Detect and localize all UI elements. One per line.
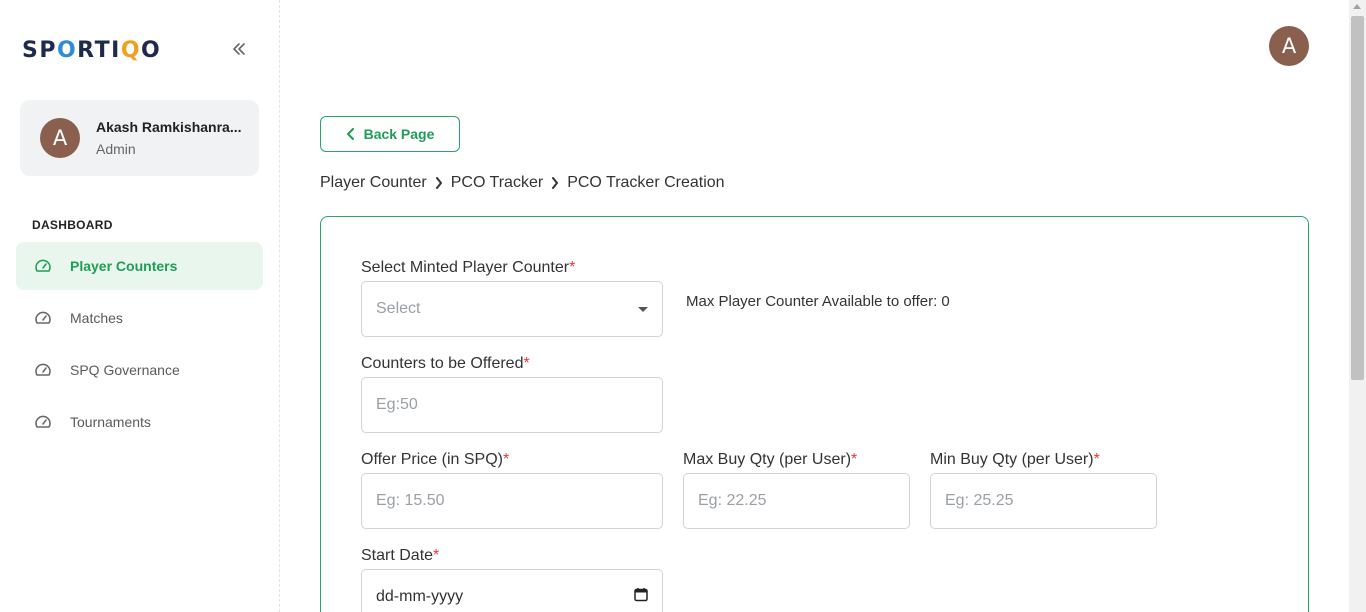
back-button[interactable]: Back Page <box>320 116 460 152</box>
counters-offered-placeholder: Eg:50 <box>376 396 418 413</box>
minted-counter-placeholder: Select <box>376 300 421 317</box>
vertical-scrollbar[interactable] <box>1349 0 1366 612</box>
gauge-icon <box>34 257 52 275</box>
breadcrumb-player-counter[interactable]: Player Counter <box>320 174 427 192</box>
caret-down-icon <box>638 306 648 312</box>
min-buy-label: Min Buy Qty (per User)* <box>930 451 1100 468</box>
offer-price-input[interactable]: Eg: 15.50 <box>361 473 663 529</box>
section-label-dashboard: DASHBOARD <box>32 218 113 232</box>
sidebar-item-label: Matches <box>70 310 123 326</box>
gauge-icon <box>34 309 52 327</box>
header-avatar[interactable]: A <box>1269 26 1309 66</box>
min-buy-input[interactable]: Eg: 25.25 <box>930 473 1157 529</box>
start-date-placeholder: dd-mm-yyyy <box>376 588 464 605</box>
chevron-right-icon <box>435 177 443 189</box>
user-role: Admin <box>96 141 136 157</box>
counters-offered-label: Counters to be Offered* <box>361 355 530 372</box>
sidebar: SPORTIQO A Akash Ramkishanra... Admin DA… <box>0 0 280 612</box>
start-date-label: Start Date* <box>361 547 440 564</box>
gauge-icon <box>34 361 52 379</box>
sidebar-item-label: SPQ Governance <box>70 362 180 378</box>
back-button-label: Back Page <box>363 126 435 142</box>
scroll-thumb[interactable] <box>1351 16 1364 380</box>
max-buy-placeholder: Eg: 22.25 <box>698 492 767 509</box>
breadcrumb-pco-tracker-creation: PCO Tracker Creation <box>567 174 725 191</box>
sidebar-item-tournaments[interactable]: Tournaments <box>16 398 263 446</box>
brand-logo[interactable]: SPORTIQO <box>22 38 161 63</box>
max-available-text: Max Player Counter Available to offer: 0 <box>686 293 950 310</box>
calendar-icon[interactable] <box>634 587 648 607</box>
offer-price-label: Offer Price (in SPQ)* <box>361 451 510 468</box>
avatar: A <box>40 118 80 158</box>
max-buy-input[interactable]: Eg: 22.25 <box>683 473 910 529</box>
chevron-left-icon <box>346 128 354 140</box>
sidebar-item-spq-governance[interactable]: SPQ Governance <box>16 346 263 394</box>
user-name: Akash Ramkishanra... <box>96 119 242 135</box>
sidebar-item-matches[interactable]: Matches <box>16 294 263 342</box>
collapse-sidebar-icon[interactable] <box>228 38 250 60</box>
sidebar-item-player-counters[interactable]: Player Counters <box>16 242 263 290</box>
app-root: SPORTIQO A Akash Ramkishanra... Admin DA… <box>0 0 1366 612</box>
offer-price-placeholder: Eg: 15.50 <box>376 492 445 509</box>
max-buy-label: Max Buy Qty (per User)* <box>683 451 858 468</box>
gauge-icon <box>34 413 52 431</box>
chevron-right-icon <box>551 177 559 189</box>
minted-counter-label: Select Minted Player Counter* <box>361 259 576 276</box>
minted-counter-select[interactable]: Select <box>361 281 663 337</box>
counters-offered-input[interactable]: Eg:50 <box>361 377 663 433</box>
sidebar-item-label: Player Counters <box>70 258 178 274</box>
start-date-input[interactable]: dd-mm-yyyy <box>361 569 663 612</box>
sidebar-item-label: Tournaments <box>70 414 151 430</box>
user-profile-card[interactable]: A Akash Ramkishanra... Admin <box>20 100 259 176</box>
scroll-up-icon[interactable] <box>1353 4 1361 9</box>
breadcrumb-pco-tracker[interactable]: PCO Tracker <box>451 174 543 192</box>
sidebar-nav: Player Counters Matches SPQ Governance T… <box>16 242 263 450</box>
breadcrumb: Player Counter PCO Tracker PCO Tracker C… <box>320 174 725 192</box>
pco-tracker-form: Select Minted Player Counter* Select Max… <box>320 216 1309 612</box>
min-buy-placeholder: Eg: 25.25 <box>945 492 1014 509</box>
